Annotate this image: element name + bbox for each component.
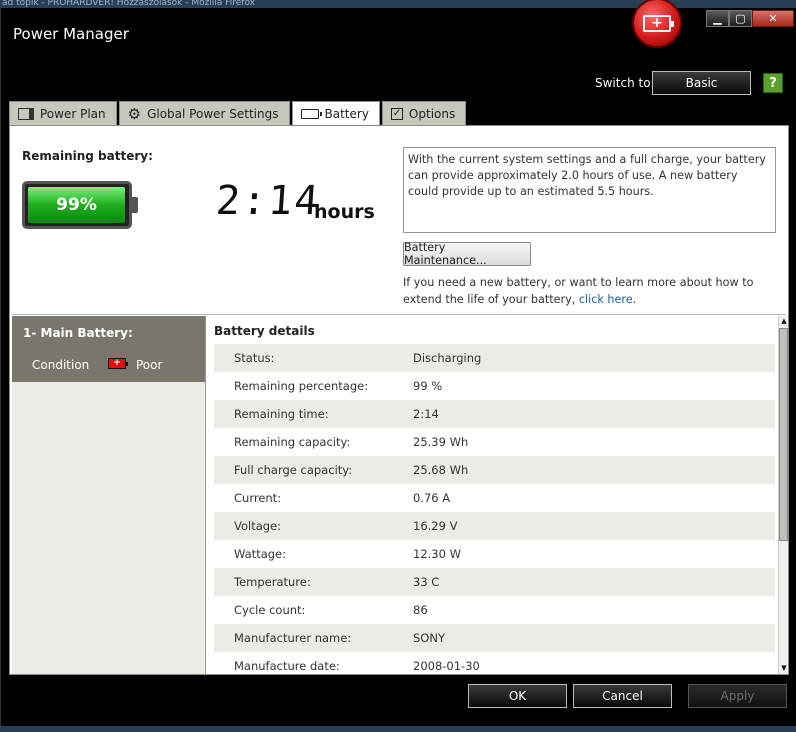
tab-bar: Power Plan ⚙ Global Power Settings Batte… bbox=[9, 101, 467, 126]
detail-value: Discharging bbox=[413, 351, 482, 365]
tab-options[interactable]: ✓ Options bbox=[381, 101, 467, 125]
learn-more-text: If you need a new battery, or want to le… bbox=[403, 274, 783, 308]
scroll-down-arrow-icon[interactable]: ▼ bbox=[780, 664, 788, 673]
tab-battery[interactable]: Battery bbox=[291, 101, 380, 126]
details-scrollbar[interactable]: ▲ ▼ bbox=[778, 316, 788, 674]
remaining-time-unit: hours bbox=[314, 201, 375, 223]
learn-more-period: . bbox=[632, 293, 637, 306]
detail-row: Manufacture date: 2008-01-30 bbox=[214, 652, 775, 674]
checkbox-icon: ✓ bbox=[390, 107, 403, 120]
tab-label: Power Plan bbox=[40, 106, 106, 121]
detail-row: Current: 0.76 A bbox=[214, 484, 775, 512]
switch-basic-button[interactable]: Basic bbox=[652, 71, 751, 95]
detail-row: Remaining capacity: 25.39 Wh bbox=[214, 428, 775, 456]
ok-button[interactable]: OK bbox=[468, 684, 567, 708]
main-battery-title: 1- Main Battery: bbox=[23, 326, 133, 340]
detail-key: Current: bbox=[234, 491, 282, 505]
detail-key: Wattage: bbox=[234, 547, 286, 561]
detail-key: Voltage: bbox=[234, 519, 282, 533]
detail-value: 12.30 W bbox=[413, 547, 461, 561]
details-rows: Status: Discharging Remaining percentage: 9… bbox=[214, 344, 775, 674]
close-button[interactable]: ✕ bbox=[752, 10, 794, 27]
detail-key: Remaining percentage: bbox=[234, 379, 369, 393]
tab-label: Global Power Settings bbox=[147, 106, 279, 121]
condition-value: Poor bbox=[136, 358, 163, 372]
switch-to-label: Switch to: bbox=[595, 76, 655, 90]
poor-battery-icon: + bbox=[108, 358, 128, 369]
detail-key: Temperature: bbox=[234, 575, 311, 589]
battery-panel: Remaining battery: 99% 2:14 hours With t… bbox=[9, 125, 789, 675]
detail-value: 33 C bbox=[413, 575, 440, 589]
battery-details: Battery details Status: Discharging Remain… bbox=[205, 316, 775, 674]
scroll-up-arrow-icon[interactable]: ▲ bbox=[780, 317, 788, 326]
condition-label: Condition bbox=[32, 358, 90, 372]
battery-list: 1- Main Battery: Condition + Poor bbox=[12, 316, 205, 674]
detail-row: Full charge capacity: 25.68 Wh bbox=[214, 456, 775, 484]
detail-row: Remaining time: 2:14 bbox=[214, 400, 775, 428]
battery-nub bbox=[132, 197, 138, 213]
tab-label: Options bbox=[408, 106, 456, 121]
remaining-battery-label: Remaining battery: bbox=[22, 149, 153, 163]
detail-value: 25.39 Wh bbox=[413, 435, 469, 449]
help-icon[interactable]: ? bbox=[763, 73, 783, 93]
cancel-button[interactable]: Cancel bbox=[573, 684, 672, 708]
app-title: Power Manager bbox=[13, 25, 129, 43]
detail-value: 86 bbox=[413, 603, 428, 617]
detail-row: Temperature: 33 C bbox=[214, 568, 775, 596]
detail-row: Cycle count: 86 bbox=[214, 596, 775, 624]
apply-button[interactable]: Apply bbox=[688, 684, 787, 708]
battery-plus-icon: + bbox=[643, 14, 674, 32]
detail-row: Wattage: 12.30 W bbox=[214, 540, 775, 568]
detail-key: Manufacturer name: bbox=[234, 631, 352, 645]
detail-row: Status: Discharging bbox=[214, 344, 775, 372]
detail-row: Manufacturer name: SONY bbox=[214, 624, 775, 652]
gear-icon: ⚙ bbox=[127, 104, 142, 123]
detail-value: 16.29 V bbox=[413, 519, 458, 533]
battery-maintenance-button[interactable]: Battery Maintenance... bbox=[403, 241, 531, 267]
detail-value: 0.76 A bbox=[413, 491, 451, 505]
scroll-thumb[interactable] bbox=[779, 328, 788, 541]
main-battery-item[interactable]: 1- Main Battery: Condition + Poor bbox=[12, 316, 205, 382]
battery-icon bbox=[300, 109, 322, 119]
battery-details-title: Battery details bbox=[214, 324, 315, 338]
detail-row: Voltage: 16.29 V bbox=[214, 512, 775, 540]
detail-value: 2008-01-30 bbox=[413, 659, 480, 673]
taskbar-strip bbox=[0, 726, 796, 732]
battery-info-text: With the current system settings and a f… bbox=[403, 147, 776, 233]
battery-level-fill: 99% bbox=[28, 187, 126, 223]
detail-value: 99 % bbox=[413, 379, 443, 393]
window-controls: ▁ ▢ ✕ bbox=[706, 10, 794, 27]
tab-power-plan[interactable]: Power Plan bbox=[9, 101, 117, 125]
power-manager-window: Power Manager + ▁ ▢ ✕ Switch to: Basic ?… bbox=[0, 0, 796, 732]
detail-value: 2:14 bbox=[413, 407, 439, 421]
detail-row: Remaining percentage: 99 % bbox=[214, 372, 775, 400]
minimize-button[interactable]: ▁ bbox=[706, 10, 729, 27]
detail-key: Remaining capacity: bbox=[234, 435, 351, 449]
section-divider bbox=[12, 314, 786, 315]
detail-key: Status: bbox=[234, 351, 275, 365]
battery-level-indicator: 99% bbox=[22, 181, 138, 229]
tab-global-power-settings[interactable]: ⚙ Global Power Settings bbox=[118, 101, 290, 125]
tab-label: Battery bbox=[324, 107, 369, 121]
detail-key: Remaining time: bbox=[234, 407, 329, 421]
detail-key: Manufacture date: bbox=[234, 659, 340, 673]
remaining-time-display: 2:14 bbox=[214, 178, 322, 224]
battery-percent-text: 99% bbox=[56, 195, 97, 215]
detail-value: 25.68 Wh bbox=[413, 463, 469, 477]
maximize-button[interactable]: ▢ bbox=[729, 10, 752, 27]
detail-key: Full charge capacity: bbox=[234, 463, 353, 477]
power-plan-icon bbox=[18, 107, 34, 120]
click-here-link[interactable]: click here bbox=[579, 293, 633, 306]
detail-value: SONY bbox=[413, 631, 445, 645]
power-manager-badge-icon: + bbox=[632, 0, 682, 48]
detail-key: Cycle count: bbox=[234, 603, 306, 617]
